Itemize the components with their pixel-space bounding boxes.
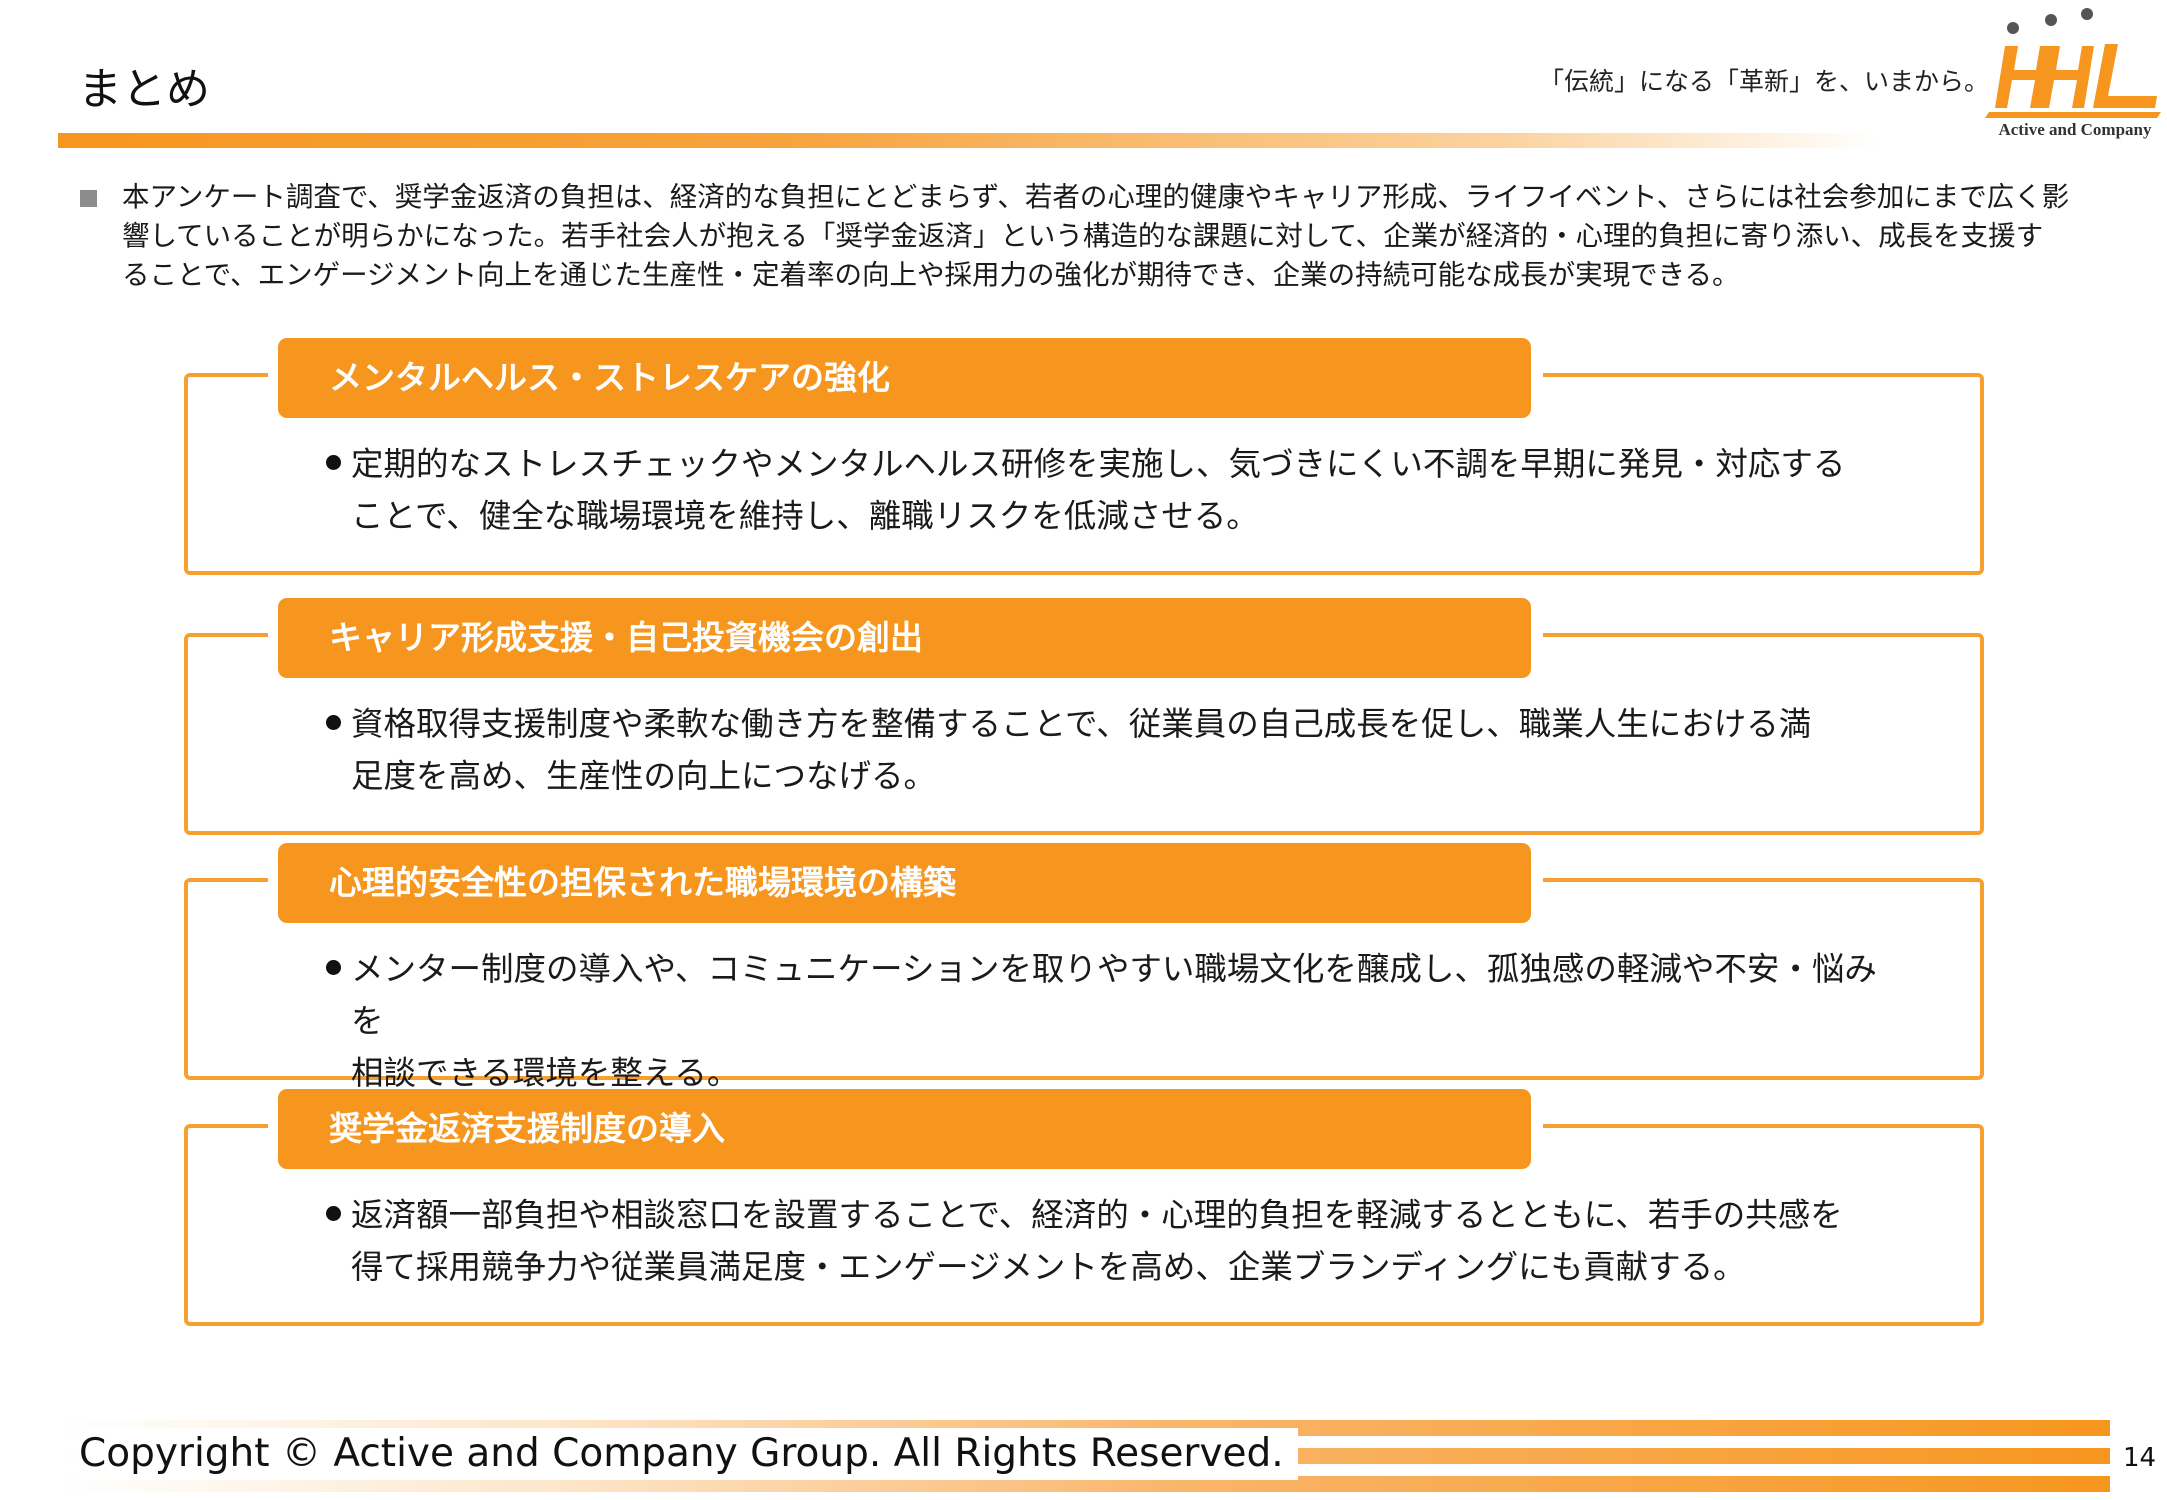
square-bullet-icon: [80, 190, 97, 207]
company-logo: Active and Company: [1985, 4, 2165, 144]
section-heading-psych-safety: 心理的安全性の担保された職場環境の構築: [278, 843, 1531, 923]
body-line: 資格取得支援制度や柔軟な働き方を整備することで、従業員の自己成長を促し、職業人生…: [351, 705, 1812, 743]
section-heading-scholarship: 奨学金返済支援制度の導入: [278, 1089, 1531, 1169]
section-body-mental-health: 定期的なストレスチェックやメンタルヘルス研修を実施し、気づきにくい不調を早期に発…: [326, 438, 1886, 542]
section-body-scholarship: 返済額一部負担や相談窓口を設置することで、経済的・心理的負担を軽減するとともに、…: [326, 1189, 1886, 1293]
page-number: 14: [2123, 1443, 2157, 1473]
bullet-icon: [326, 1206, 341, 1221]
header-divider: [58, 133, 1878, 148]
body-line: メンター制度の導入や、コミュニケーションを取りやすい職場文化を醸成し、孤独感の軽…: [351, 950, 1877, 1040]
logo-mark-icon: [1985, 8, 2161, 118]
section-body-career: 資格取得支援制度や柔軟な働き方を整備することで、従業員の自己成長を促し、職業人生…: [326, 698, 1886, 802]
section-body-psych-safety: メンター制度の導入や、コミュニケーションを取りやすい職場文化を醸成し、孤独感の軽…: [326, 943, 1886, 1099]
body-line: ことで、健全な職場環境を維持し、離職リスクを低減させる。: [351, 497, 1259, 535]
body-line: 得て採用競争力や従業員満足度・エンゲージメントを高め、企業ブランディングにも貢献…: [351, 1248, 1746, 1286]
logo-caption: Active and Company: [1998, 120, 2152, 139]
bullet-icon: [326, 455, 341, 470]
body-line: 返済額一部負担や相談窓口を設置することで、経済的・心理的負担を軽減するとともに、…: [351, 1196, 1843, 1234]
bullet-icon: [326, 715, 341, 730]
body-line: 定期的なストレスチェックやメンタルヘルス研修を実施し、気づきにくい不調を早期に発…: [351, 445, 1846, 483]
section-heading-career: キャリア形成支援・自己投資機会の創出: [278, 598, 1531, 678]
bullet-icon: [326, 960, 341, 975]
page-title: まとめ: [78, 64, 210, 115]
body-line: 足度を高め、生産性の向上につなげる。: [351, 757, 937, 795]
summary-paragraph: 本アンケート調査で、奨学金返済の負担は、経済的な負担にとどまらず、若者の心理的健…: [80, 178, 2070, 295]
company-tagline: 「伝統」になる「革新」を、いまから。: [1538, 67, 1989, 96]
copyright-text: Copyright © Active and Company Group. Al…: [79, 1428, 1298, 1480]
summary-text: 本アンケート調査で、奨学金返済の負担は、経済的な負担にとどまらず、若者の心理的健…: [122, 181, 2070, 291]
section-heading-mental-health: メンタルヘルス・ストレスケアの強化: [278, 338, 1531, 418]
